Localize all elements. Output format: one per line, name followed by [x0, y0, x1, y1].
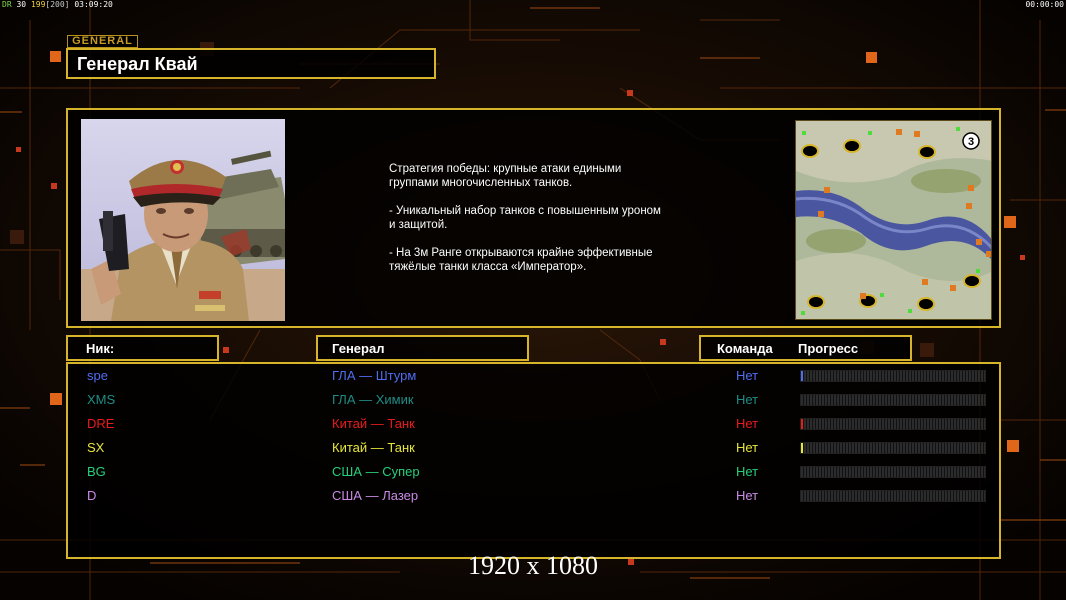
status-bar-left: DR 30 199[200] 03:09:20: [2, 0, 113, 9]
header-team-progress: Команда Прогресс: [699, 335, 912, 361]
fps-value: 30: [16, 0, 27, 9]
frame-value: 199: [30, 0, 46, 9]
player-team: Нет: [736, 392, 759, 407]
minimap-player-badge: 3: [968, 136, 974, 148]
player-row: D США — Лазер Нет: [68, 485, 999, 509]
player-general: Китай — Танк: [332, 440, 415, 455]
general-name: Генерал Квай: [77, 54, 198, 74]
player-general: ГЛА — Штурм: [332, 368, 417, 383]
player-nick: DRE: [87, 416, 115, 431]
player-nick: SX: [87, 440, 105, 455]
header-general: Генерал: [316, 335, 529, 361]
strategy-description: Стратегия победы: крупные атаки едиными …: [389, 163, 661, 273]
player-progress-bar: [800, 394, 986, 406]
player-progress-bar: [800, 442, 986, 454]
player-team: Нет: [736, 488, 759, 503]
player-general: США — Лазер: [332, 488, 419, 503]
frame-bracket: [200]: [45, 0, 70, 9]
player-general: ГЛА — Химик: [332, 392, 414, 407]
player-team: Нет: [736, 440, 759, 455]
player-progress-bar: [800, 490, 986, 502]
fps-label: DR: [2, 0, 12, 9]
header-team-label: Команда: [717, 341, 773, 356]
player-team: Нет: [736, 368, 759, 383]
player-row: spe ГЛА — Штурм Нет: [68, 365, 999, 389]
player-nick: BG: [87, 464, 106, 479]
general-tag: GENERAL: [67, 35, 138, 48]
resolution-label: 1920 x 1080: [468, 551, 598, 580]
player-nick: XMS: [87, 392, 116, 407]
player-nick: spe: [87, 368, 108, 383]
player-progress-fill: [801, 443, 803, 453]
general-portrait: [81, 119, 285, 321]
player-progress-bar: [800, 466, 986, 478]
header-nick: Ник:: [66, 335, 219, 361]
player-general: Китай — Танк: [332, 416, 415, 431]
player-progress-bar: [800, 370, 986, 382]
header-general-label: Генерал: [332, 341, 385, 356]
player-team: Нет: [736, 416, 759, 431]
player-table: spe ГЛА — Штурм Нет XMS ГЛА — Химик Нет DRE Кит…: [66, 362, 1001, 559]
player-team: Нет: [736, 464, 759, 479]
header-nick-label: Ник:: [86, 341, 115, 356]
player-row: XMS ГЛА — Химик Нет: [68, 389, 999, 413]
player-row: SX Китай — Танк Нет: [68, 437, 999, 461]
player-general: США — Супер: [332, 464, 420, 479]
player-row: BG США — Супер Нет: [68, 461, 999, 485]
player-nick: D: [87, 488, 97, 503]
player-progress-bar: [800, 418, 986, 430]
status-clock-right: 00:00:00: [1025, 0, 1064, 9]
game-clock: 03:09:20: [74, 0, 113, 9]
header-progress-label: Прогресс: [798, 341, 859, 356]
general-info-panel: Стратегия победы: крупные атаки едиными …: [66, 108, 1001, 328]
player-row: DRE Китай — Танк Нет: [68, 413, 999, 437]
player-progress-fill: [801, 419, 803, 429]
player-progress-fill: [801, 371, 803, 381]
general-title-box: Генерал Квай: [66, 48, 436, 79]
minimap[interactable]: 3: [795, 120, 992, 320]
